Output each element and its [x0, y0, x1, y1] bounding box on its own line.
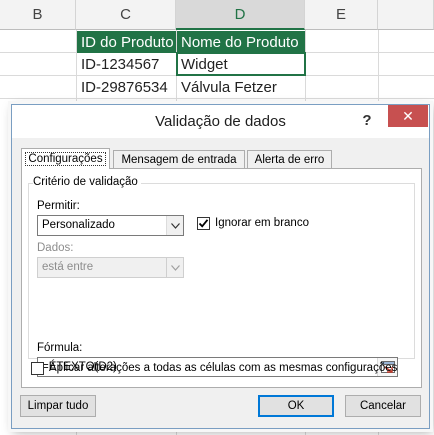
data-dropdown-value: está entre — [42, 261, 94, 273]
chevron-down-icon — [166, 216, 183, 235]
allow-dropdown-value: Personalizado — [42, 219, 115, 231]
apply-all-checkbox[interactable] — [31, 362, 44, 375]
active-cell-product-name[interactable]: Widget — [176, 52, 306, 76]
data-label: Dados: — [37, 242, 74, 254]
column-header-d[interactable]: D — [176, 0, 305, 30]
help-button[interactable]: ? — [355, 109, 379, 133]
allow-label: Permitir: — [37, 200, 80, 212]
tab-error-alert[interactable]: Alerta de erro — [247, 150, 332, 168]
gridline — [0, 98, 434, 99]
ignore-blank-label[interactable]: Ignorar em branco — [215, 217, 309, 229]
apply-all-label[interactable]: Aplicar alterações a todas as células co… — [49, 362, 397, 374]
tab-settings-label: Configurações — [25, 152, 106, 166]
header-cell-product-name[interactable]: Nome do Produto — [177, 31, 305, 53]
ok-button[interactable]: OK — [258, 395, 334, 417]
column-header-b[interactable]: B — [0, 0, 76, 30]
column-header-f[interactable] — [378, 0, 434, 30]
cell-product-id[interactable]: ID-29876534 — [77, 76, 176, 98]
tab-input-message[interactable]: Mensagem de entrada — [113, 150, 245, 168]
close-button[interactable]: ✕ — [388, 105, 428, 127]
data-validation-dialog: Validação de dados ? ✕ Configurações Men… — [11, 104, 430, 429]
dialog-titlebar[interactable]: Validação de dados ? ✕ — [12, 105, 429, 138]
cell-product-name[interactable]: Válvula Fetzer — [177, 76, 305, 98]
ignore-blank-checkbox[interactable] — [197, 217, 210, 230]
settings-panel: Critério de validação Permitir: Personal… — [21, 168, 422, 388]
column-header-c[interactable]: C — [76, 0, 176, 30]
close-icon: ✕ — [402, 108, 414, 124]
clear-all-button[interactable]: Limpar tudo — [20, 395, 96, 417]
checkmark-icon — [198, 219, 209, 228]
data-dropdown[interactable]: está entre — [37, 257, 184, 278]
allow-dropdown[interactable]: Personalizado — [37, 215, 184, 236]
tab-error-alert-label: Alerta de erro — [254, 153, 325, 166]
tab-settings[interactable]: Configurações — [21, 148, 110, 169]
cancel-button[interactable]: Cancelar — [345, 395, 421, 417]
header-cell-product-id[interactable]: ID do Produto — [77, 31, 176, 53]
cell-product-id[interactable]: ID-1234567 — [77, 53, 176, 75]
validation-criteria-heading: Critério de validação — [33, 176, 141, 188]
chevron-down-icon — [166, 258, 183, 277]
formula-label: Fórmula: — [37, 342, 83, 354]
tab-input-message-label: Mensagem de entrada — [121, 153, 237, 166]
column-header-e[interactable]: E — [305, 0, 378, 30]
